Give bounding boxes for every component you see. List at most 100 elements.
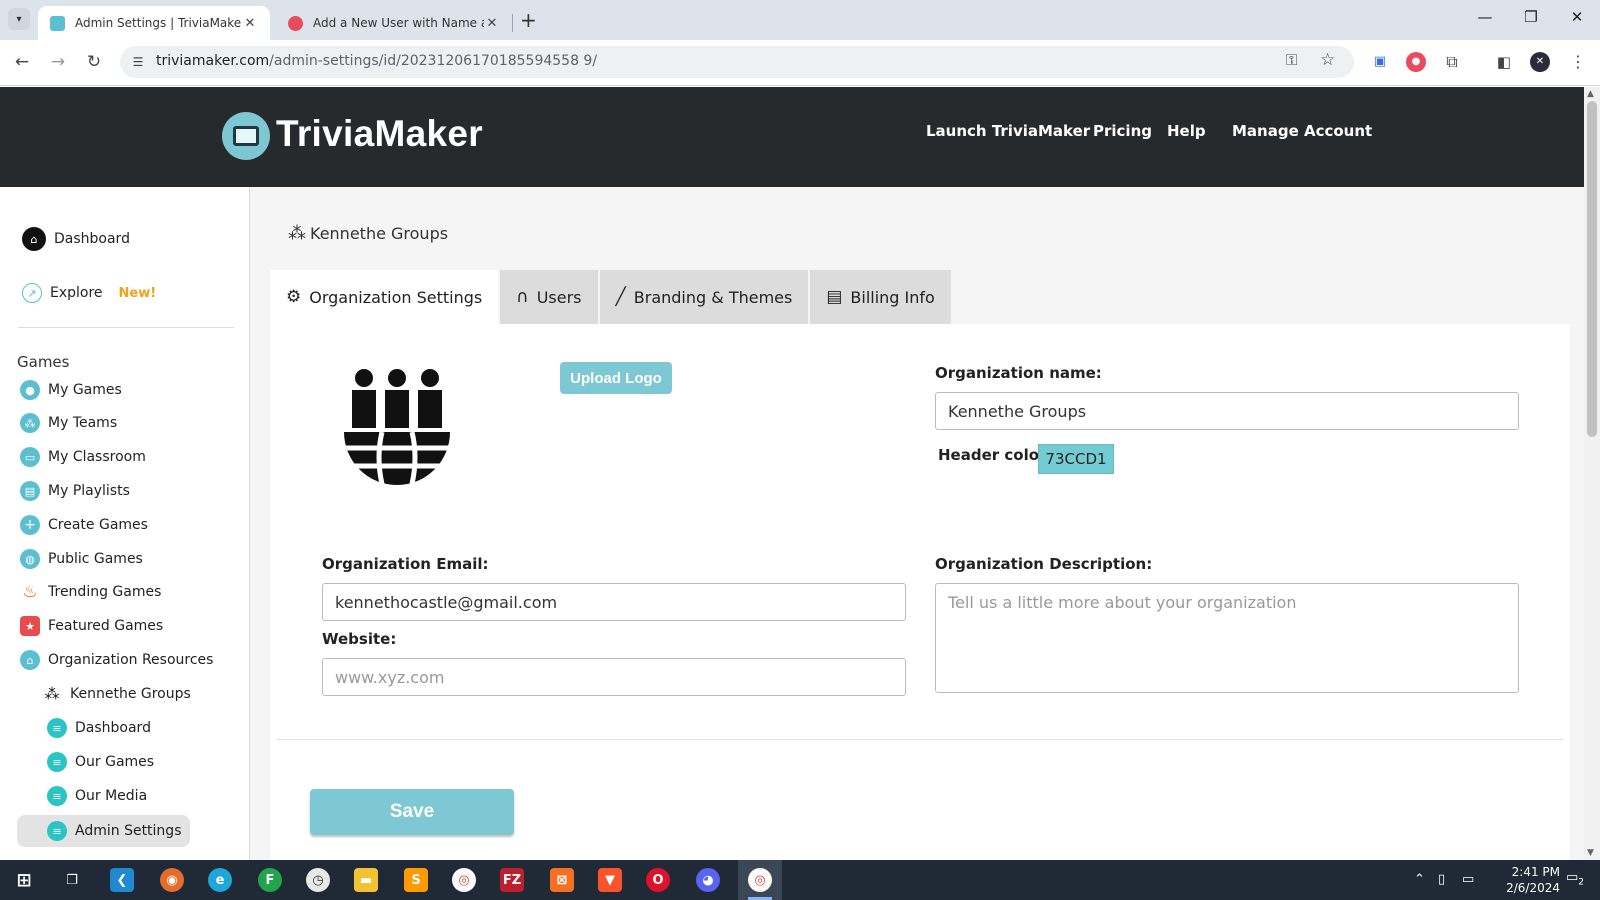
website-label: Website: <box>322 630 397 648</box>
sidebar-item-our-media[interactable]: ≡ Our Media <box>47 784 147 808</box>
sidebar-item-organization-resources[interactable]: ⌂ Organization Resources <box>20 648 213 672</box>
extension-screen-icon[interactable]: ▣ <box>1370 52 1390 72</box>
site-header: TriviaMaker Launch TriviaMaker Pricing H… <box>0 87 1584 187</box>
reload-icon[interactable]: ↻ <box>82 50 106 74</box>
discord-icon[interactable]: ◕ <box>696 868 720 892</box>
window-close-button[interactable]: ✕ <box>1554 8 1600 26</box>
vscode-icon[interactable]: ❮ <box>110 868 134 892</box>
sidebar-item-our-games[interactable]: ≡ Our Games <box>47 750 154 774</box>
address-bar[interactable]: ☰ triviamaker.com/admin-settings/id/2023… <box>120 46 1354 78</box>
globe-icon: ◍ <box>20 549 40 569</box>
task-view-icon[interactable]: ❐ <box>60 868 84 892</box>
chrome-profile-icon[interactable]: ◎ <box>748 868 772 892</box>
org-name-input[interactable]: Kennethe Groups <box>935 392 1519 430</box>
extensions-puzzle-icon[interactable]: ⧉ <box>1442 52 1462 72</box>
brave-icon[interactable]: ▼ <box>598 868 622 892</box>
sidebar-item-my-classroom[interactable]: ▭ My Classroom <box>20 445 146 469</box>
sidebar-item-explore[interactable]: ↗ Explore New! <box>22 281 156 305</box>
sidebar-item-org-dashboard[interactable]: ≡ Dashboard <box>47 716 151 740</box>
logo-text[interactable]: TriviaMaker <box>276 113 483 155</box>
tab-organization-settings[interactable]: ⚙ Organization Settings <box>270 270 499 324</box>
sidebar-item-public-games[interactable]: ◍ Public Games <box>20 547 143 571</box>
tray-device-icon[interactable]: ▯ <box>1438 872 1445 887</box>
password-key-icon[interactable]: ⚿ <box>1286 51 1297 69</box>
organization-settings-panel: Upload Logo Organization name: Kennethe … <box>270 324 1570 860</box>
tray-chevron-icon[interactable]: ⌃ <box>1414 872 1425 887</box>
browser-tab-active[interactable]: Admin Settings | TriviaMaker - C ✕ <box>38 6 270 40</box>
tab-separator <box>512 14 513 32</box>
sidebar-item-my-teams[interactable]: ⁂ My Teams <box>20 411 117 435</box>
back-arrow-icon[interactable]: ← <box>10 50 34 74</box>
fire-icon: ♨ <box>22 582 38 602</box>
nav-manage-account[interactable]: Manage Account <box>1232 122 1372 140</box>
browser-menu-icon[interactable]: ⋮ <box>1568 52 1588 72</box>
website-input[interactable]: www.xyz.com <box>322 658 906 696</box>
xampp-icon[interactable]: ⊠ <box>550 868 574 892</box>
minimize-button[interactable]: — <box>1462 8 1508 26</box>
browser-tabstrip: ▾ Admin Settings | TriviaMaker - C ✕ Add… <box>0 0 1600 40</box>
notifications-icon[interactable]: ▭2 <box>1566 870 1584 888</box>
address-url[interactable]: triviamaker.com/admin-settings/id/202312… <box>156 53 597 69</box>
site-info-icon[interactable]: ☰ <box>128 52 148 72</box>
windows-start-icon[interactable]: ⊞ <box>12 868 36 892</box>
page-scrollbar[interactable]: ▲ ▼ <box>1584 87 1600 860</box>
sidebar-item-my-playlists[interactable]: ▤ My Playlists <box>20 479 130 503</box>
tab-branding-themes[interactable]: ╱ Branding & Themes <box>599 270 809 324</box>
windows-taskbar: ⊞ ❐ ❮ ◉ e F ◷ ▬ S ◎ FZ ⊠ ▼ O ◕ ◎ ⌃ ▯ ▭ 2… <box>0 860 1600 900</box>
taskbar-clock[interactable]: 2:41 PM 2/6/2024 <box>1468 864 1560 896</box>
org-description-label: Organization Description: <box>935 555 1153 573</box>
side-panel-icon[interactable]: ◧ <box>1494 52 1514 72</box>
sidebar-item-featured-games[interactable]: ★ Featured Games <box>20 614 163 638</box>
tab-billing-info[interactable]: ▤ Billing Info <box>810 270 951 324</box>
user-icon: ● <box>20 380 40 400</box>
star-icon: ★ <box>20 616 40 636</box>
opera-icon[interactable]: O <box>646 868 670 892</box>
extension-record-icon[interactable]: ● <box>1406 52 1426 72</box>
firefox-icon[interactable]: ◉ <box>160 868 184 892</box>
chrome-icon[interactable]: ◎ <box>452 868 476 892</box>
sidebar-item-admin-settings[interactable]: ≡ Admin Settings <box>47 819 182 843</box>
new-tab-button[interactable]: + <box>520 8 537 32</box>
browser-tab-inactive[interactable]: Add a New User with Name and ✕ <box>276 6 512 40</box>
sidebar-divider <box>18 327 234 328</box>
save-button[interactable]: Save <box>310 789 514 835</box>
file-explorer-icon[interactable]: ▬ <box>354 868 378 892</box>
tab-search-button[interactable]: ▾ <box>8 8 30 30</box>
restore-button[interactable]: ❐ <box>1508 8 1554 26</box>
breadcrumb: ⁂ Kennethe Groups <box>288 223 449 244</box>
tab-title: Admin Settings | TriviaMaker - C <box>75 16 242 30</box>
tab-close-icon[interactable]: ✕ <box>242 16 258 31</box>
sidebar-item-create-games[interactable]: + Create Games <box>20 513 148 537</box>
sublime-text-icon[interactable]: S <box>404 868 428 892</box>
nav-pricing[interactable]: Pricing <box>1093 122 1152 140</box>
scroll-up-arrow-icon[interactable]: ▲ <box>1587 89 1594 99</box>
app-green-icon[interactable]: F <box>258 868 282 892</box>
forward-arrow-icon[interactable]: → <box>46 50 70 74</box>
org-description-textarea[interactable]: Tell us a little more about your organiz… <box>935 583 1519 693</box>
header-color-picker[interactable]: 73CCD1 <box>1038 444 1114 474</box>
nav-launch-triviamaker[interactable]: Launch TriviaMaker <box>926 122 1090 140</box>
settings-tabs: ⚙ Organization Settings ∩ Users ╱ Brandi… <box>270 270 953 324</box>
receipt-icon: ▤ <box>826 287 843 307</box>
clock-app-icon[interactable]: ◷ <box>306 868 330 892</box>
org-email-input[interactable]: kennethocastle@gmail.com <box>322 583 906 621</box>
scroll-down-arrow-icon[interactable]: ▼ <box>1587 848 1594 858</box>
org-group-icon: ⁂ <box>44 685 60 703</box>
pen-icon: ╱ <box>615 287 626 307</box>
triviamaker-logo-icon[interactable] <box>222 112 270 160</box>
scrollbar-thumb[interactable] <box>1587 101 1597 437</box>
nav-help[interactable]: Help <box>1167 122 1206 140</box>
tab-close-icon[interactable]: ✕ <box>484 16 500 31</box>
profile-avatar[interactable]: ✕ <box>1530 52 1550 72</box>
sidebar-item-my-games[interactable]: ● My Games <box>20 378 122 402</box>
upload-logo-button[interactable]: Upload Logo <box>560 362 672 394</box>
sidebar-item-kennethe-groups[interactable]: ⁂ Kennethe Groups <box>42 682 191 706</box>
tab-users[interactable]: ∩ Users <box>500 270 598 324</box>
sidebar-item-dashboard[interactable]: ⌂ Dashboard <box>22 227 130 251</box>
sidebar-item-trending-games[interactable]: ♨ Trending Games <box>20 580 161 604</box>
edge-icon[interactable]: e <box>208 868 232 892</box>
bookmark-star-icon[interactable]: ☆ <box>1320 50 1335 70</box>
monitor-icon: ▭ <box>20 447 40 467</box>
headset-icon: ∩ <box>516 287 529 307</box>
filezilla-icon[interactable]: FZ <box>500 868 524 892</box>
